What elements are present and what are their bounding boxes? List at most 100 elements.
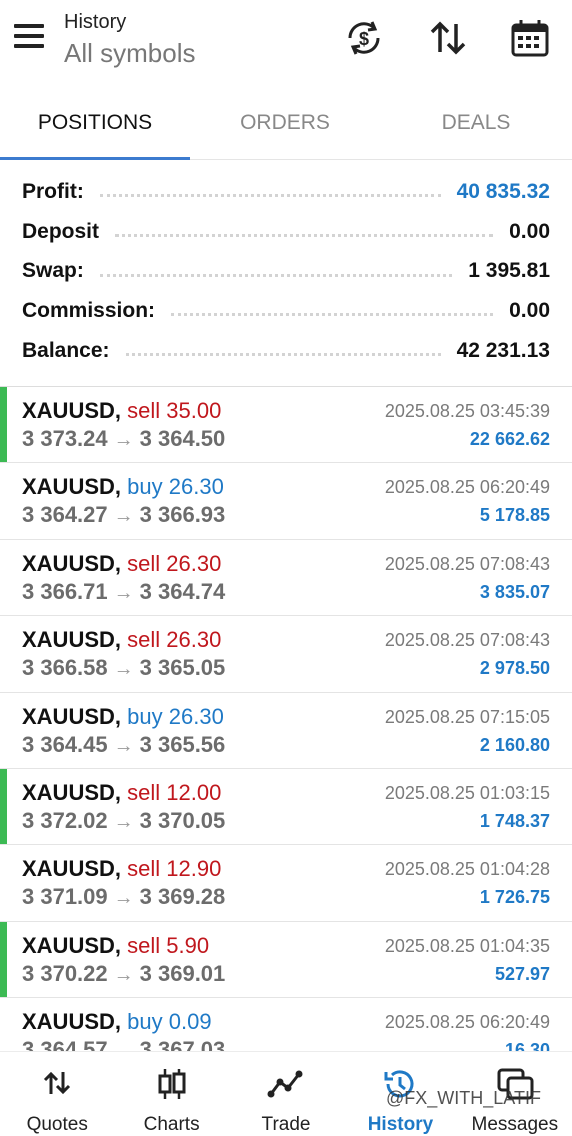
trade-type: sell — [127, 932, 161, 958]
close-price: 3 370.05 — [139, 807, 226, 833]
position-row[interactable]: XAUUSD, sell 12.00 3 372.02 → 3 370.05 2025.… — [0, 768, 572, 846]
deposit-value: 0.00 — [509, 219, 550, 243]
position-title: XAUUSD, sell 12.90 — [22, 855, 221, 883]
price-range: 3 364.57 → 3 367.03 — [22, 1036, 225, 1051]
position-profit: 1 726.75 — [479, 887, 550, 908]
price-range: 3 370.22 → 3 369.01 — [22, 960, 225, 989]
nav-history-label: History — [367, 1114, 434, 1135]
open-price: 3 371.09 — [22, 884, 108, 910]
trade-type: sell — [127, 550, 161, 576]
close-price: 3 365.05 — [139, 655, 226, 681]
arrow-icon: → — [113, 581, 134, 604]
price-range: 3 364.27 → 3 366.93 — [22, 501, 225, 530]
price-range: 3 364.45 → 3 365.56 — [22, 731, 225, 760]
symbol-name: XAUUSD, — [22, 627, 122, 653]
trade-type: sell — [127, 856, 161, 882]
trade-type: buy — [127, 474, 163, 500]
close-price: 3 369.28 — [139, 884, 226, 910]
position-time: 2025.08.25 06:20:49 — [384, 1012, 550, 1033]
nav-quotes[interactable]: Quotes — [0, 1052, 114, 1136]
price-range: 3 373.24 → 3 364.50 — [22, 425, 225, 454]
symbol-filter[interactable]: All symbols — [64, 36, 195, 70]
balance-label: Balance: — [22, 338, 120, 363]
commission-value: 0.00 — [509, 298, 550, 322]
summary-balance: Balance: 42 231.13 — [0, 331, 572, 371]
price-range: 3 372.02 → 3 370.05 — [22, 807, 225, 836]
position-title: XAUUSD, buy 0.09 — [22, 1008, 212, 1036]
quotes-arrows-icon — [44, 1071, 71, 1095]
position-profit: 2 160.80 — [479, 734, 550, 755]
history-tabs: POSITIONS ORDERS DEALS — [0, 98, 572, 160]
arrow-icon: → — [113, 963, 134, 986]
app-header: History All symbols $ — [0, 0, 572, 86]
open-price: 3 372.02 — [22, 807, 108, 833]
dot-leader — [115, 234, 494, 238]
summary-commission: Commission: 0.00 — [0, 291, 572, 331]
trade-type: buy — [127, 703, 163, 729]
nav-quotes-label: Quotes — [26, 1114, 88, 1135]
position-time: 2025.08.25 06:20:49 — [384, 477, 550, 498]
arrow-icon: → — [113, 658, 134, 681]
menu-icon[interactable] — [14, 24, 48, 54]
positions-list[interactable]: XAUUSD, sell 35.00 3 373.24 → 3 364.50 2025.… — [0, 387, 572, 1051]
balance-value: 42 231.13 — [456, 338, 550, 362]
trade-volume: 12.90 — [166, 856, 222, 882]
position-title: XAUUSD, sell 12.00 — [22, 779, 221, 807]
symbol-name: XAUUSD, — [22, 779, 122, 805]
tab-orders[interactable]: ORDERS — [190, 98, 380, 159]
trade-volume: 26.30 — [168, 474, 224, 500]
commission-label: Commission: — [22, 298, 166, 323]
position-title: XAUUSD, sell 26.30 — [22, 550, 221, 578]
position-row[interactable]: XAUUSD, sell 12.90 3 371.09 → 3 369.28 2025.… — [0, 845, 572, 922]
currency-refresh-icon[interactable]: $ — [342, 16, 386, 60]
position-row[interactable]: XAUUSD, buy 0.093 364.57→3 367.03 2025.08… — [0, 998, 572, 1051]
nav-trade[interactable]: Trade — [229, 1052, 343, 1136]
position-row[interactable]: XAUUSD, sell 26.30 3 366.71 → 3 364.74 2025.… — [0, 540, 572, 617]
position-title: XAUUSD, buy 26.30 — [22, 703, 224, 731]
position-profit: 5 178.85 — [479, 505, 550, 526]
position-profit: 2 978.50 — [479, 658, 550, 679]
sort-icon[interactable] — [426, 16, 470, 60]
nav-messages-label: Messages — [471, 1114, 559, 1135]
dot-leader — [99, 273, 453, 277]
price-range: 3 366.58 → 3 365.05 — [22, 654, 225, 683]
position-row[interactable]: XAUUSD, buy 26.30 3 364.45 → 3 365.56 2025.0… — [0, 693, 572, 769]
arrow-icon: → — [113, 734, 134, 757]
position-time: 2025.08.25 03:45:39 — [384, 401, 550, 421]
position-row[interactable]: XAUUSD, sell 26.30 3 366.58 → 3 365.05 2025.… — [0, 616, 572, 693]
trade-type: sell — [127, 398, 161, 423]
close-price: 3 364.74 — [139, 578, 226, 604]
svg-text:$: $ — [359, 29, 369, 49]
symbol-name: XAUUSD, — [22, 474, 122, 500]
calendar-icon[interactable] — [508, 16, 552, 60]
open-price: 3 373.24 — [22, 426, 108, 451]
position-profit: 16.30 — [504, 1040, 550, 1051]
swap-label: Swap: — [22, 259, 94, 284]
page-title: History — [64, 11, 127, 33]
tab-positions[interactable]: POSITIONS — [0, 98, 190, 160]
position-row[interactable]: XAUUSD, buy 26.30 3 364.27 → 3 366.93 2025.0… — [0, 463, 572, 540]
position-row[interactable]: XAUUSD, sell 5.90 3 370.22 → 3 369.01 2025.0… — [0, 921, 572, 999]
position-title: XAUUSD, sell 5.90 — [22, 932, 209, 960]
position-row[interactable]: XAUUSD, sell 35.00 3 373.24 → 3 364.50 2025.… — [0, 387, 572, 464]
position-marker — [0, 768, 7, 845]
trade-volume: 0.09 — [168, 1009, 212, 1035]
dot-leader — [125, 353, 441, 357]
nav-charts[interactable]: Charts — [114, 1052, 228, 1136]
position-profit: 1 748.37 — [479, 810, 550, 831]
position-profit: 22 662.62 — [469, 429, 550, 449]
dot-leader — [99, 194, 441, 198]
position-title: XAUUSD, sell 26.30 — [22, 626, 221, 654]
trade-volume: 26.30 — [168, 703, 224, 729]
profit-value: 40 835.32 — [456, 179, 550, 203]
nav-charts-label: Charts — [143, 1114, 200, 1135]
dot-leader — [171, 313, 494, 317]
deposit-label: Deposit — [22, 219, 110, 244]
title-block[interactable]: History All symbols — [64, 10, 195, 70]
arrow-icon: → — [113, 429, 134, 451]
position-profit: 527.97 — [494, 963, 550, 984]
arrow-icon: → — [113, 810, 134, 833]
tab-deals[interactable]: DEALS — [380, 98, 572, 159]
symbol-name: XAUUSD, — [22, 550, 122, 576]
open-price: 3 370.22 — [22, 960, 108, 986]
